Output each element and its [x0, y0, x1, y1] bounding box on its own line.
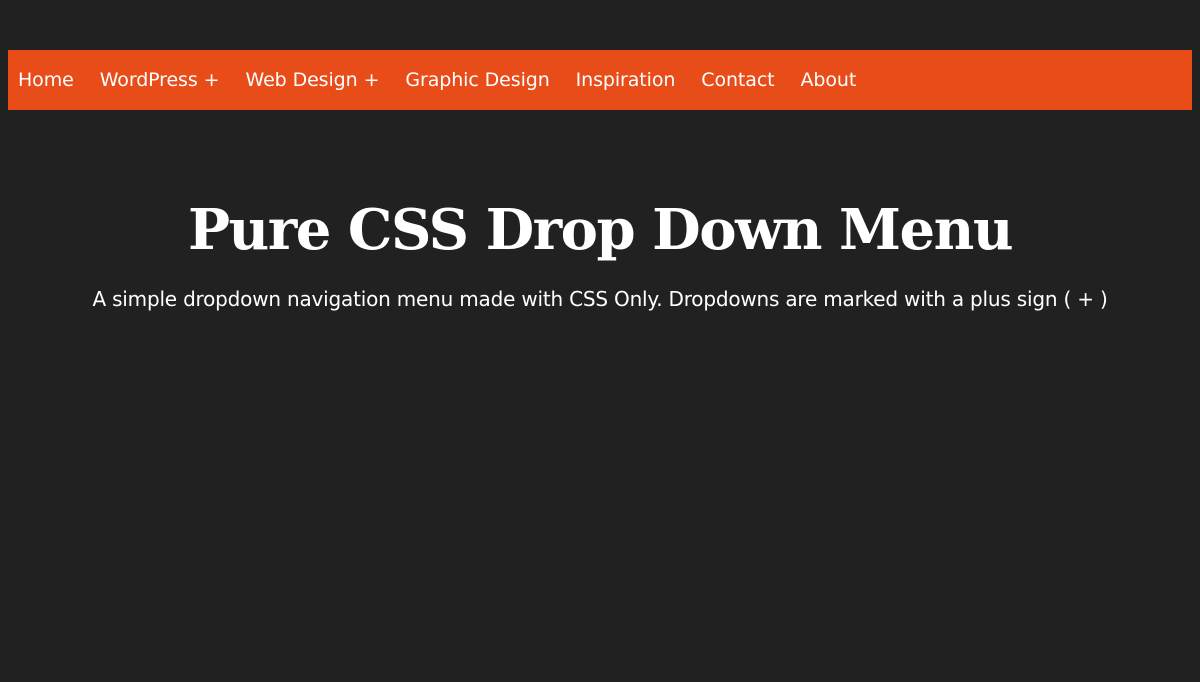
nav-item-home[interactable]: Home	[18, 50, 74, 110]
nav-item-about[interactable]: About	[801, 50, 857, 110]
nav-item-web-design[interactable]: Web Design +	[246, 50, 380, 110]
main-navigation: Home WordPress + Web Design + Graphic De…	[8, 50, 1192, 110]
nav-item-label: Graphic Design	[405, 69, 550, 91]
nav-item-label: WordPress	[99, 69, 198, 91]
nav-item-wordpress[interactable]: WordPress +	[100, 50, 220, 110]
nav-item-label: Web Design	[245, 69, 358, 91]
nav-item-label: About	[800, 69, 857, 91]
nav-item-graphic-design[interactable]: Graphic Design	[405, 50, 549, 110]
nav-item-label: Contact	[701, 69, 775, 91]
nav-item-label: Home	[18, 69, 74, 91]
dropdown-plus-icon: +	[363, 69, 380, 91]
nav-item-contact[interactable]: Contact	[701, 50, 774, 110]
dropdown-plus-icon: +	[203, 69, 220, 91]
nav-item-inspiration[interactable]: Inspiration	[576, 50, 676, 110]
hero-section: Pure CSS Drop Down Menu A simple dropdow…	[0, 190, 1200, 312]
page: Home WordPress + Web Design + Graphic De…	[0, 0, 1200, 682]
nav-item-label: Inspiration	[575, 69, 676, 91]
page-title: Pure CSS Drop Down Menu	[187, 197, 1014, 263]
page-subtitle: A simple dropdown navigation menu made w…	[92, 287, 1108, 311]
